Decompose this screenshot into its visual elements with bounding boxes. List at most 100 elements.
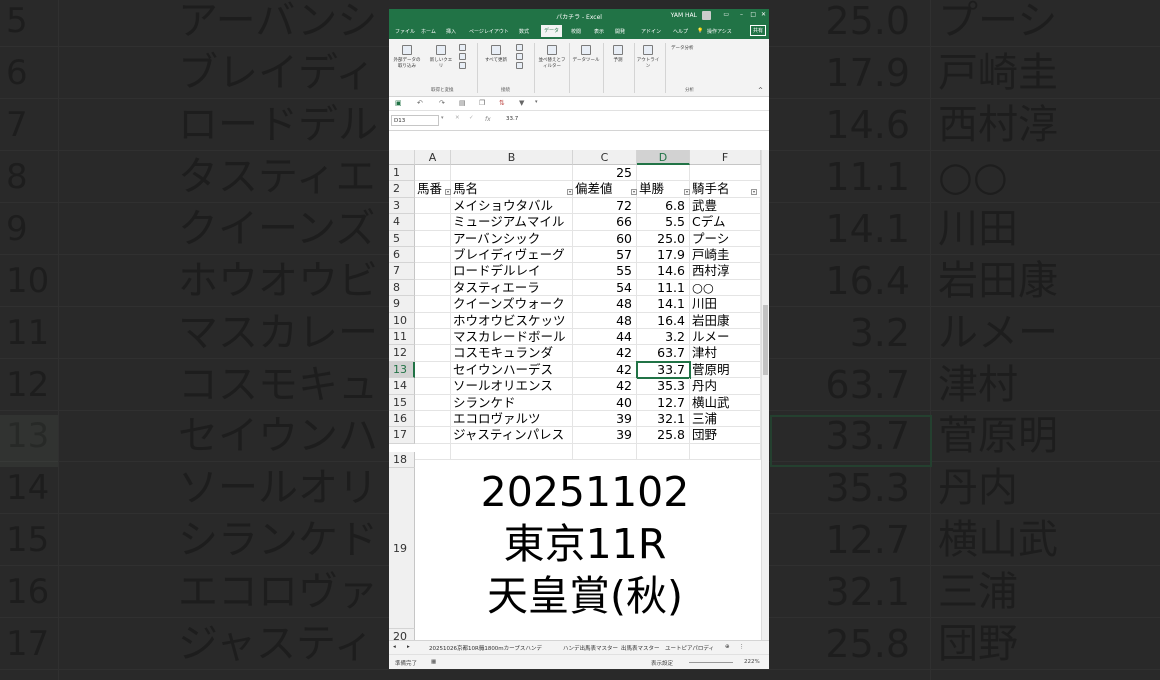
cell-horse-name[interactable]: メイショウタバル [451, 197, 573, 215]
filter-dropdown-icon[interactable]: ▾ [567, 189, 573, 196]
tab-page-layout[interactable]: ページレイアウト [469, 28, 509, 35]
cell-jockey[interactable]: 津村 [690, 345, 761, 362]
lightbulb-icon[interactable]: 💡 [697, 28, 703, 34]
filter-dropdown-icon[interactable]: ▾ [631, 189, 637, 196]
cell-deviation[interactable]: 39 [573, 427, 637, 444]
cell-horse-name[interactable]: ホウオウビスケッツ [451, 312, 573, 329]
cell-jockey[interactable]: プーシ [690, 230, 761, 247]
cell-win-odds[interactable]: 35.3 [637, 378, 690, 395]
cancel-icon[interactable]: ✕ [455, 115, 460, 121]
cell-jockey[interactable]: 武豊 [690, 197, 761, 215]
cell-jockey[interactable]: ルメー [690, 329, 761, 346]
filter-dropdown-icon[interactable]: ▾ [445, 189, 451, 196]
tab-home[interactable]: ホーム [421, 28, 436, 35]
select-all-corner[interactable] [389, 150, 415, 165]
cell-win-odds[interactable]: 25.8 [637, 427, 690, 444]
cell-deviation[interactable]: 39 [573, 411, 637, 428]
cell-jockey[interactable]: 菅原明 [690, 361, 761, 379]
cell-win-odds[interactable]: 6.8 [637, 197, 690, 215]
print-preview-icon[interactable]: ▤ [459, 99, 466, 107]
tab-view[interactable]: 表示 [594, 28, 604, 35]
cell-horse-name[interactable]: セイウンハーデス [451, 361, 573, 379]
sheet-tab[interactable]: 出馬表マスター [621, 644, 660, 652]
cell[interactable] [415, 165, 451, 182]
cell-horse-name[interactable]: ソールオリエンス [451, 378, 573, 395]
row-header[interactable]: 5 [389, 230, 415, 247]
zoom-slider[interactable] [689, 662, 733, 663]
cell[interactable] [451, 165, 573, 182]
cell-horse-number[interactable] [415, 263, 451, 280]
cell[interactable] [690, 443, 761, 461]
cell-horse-number[interactable] [415, 279, 451, 297]
outline-button[interactable]: アウトライン [636, 45, 660, 69]
cell-horse-number[interactable] [415, 197, 451, 215]
row-header[interactable]: 12 [389, 345, 415, 362]
cell-deviation[interactable]: 54 [573, 279, 637, 297]
user-name[interactable]: YAM HAL [671, 12, 697, 19]
row-header[interactable]: 11 [389, 329, 415, 346]
tab-addins[interactable]: アドイン [641, 28, 661, 35]
tab-review[interactable]: 校閲 [571, 28, 581, 35]
cell-horse-number[interactable] [415, 394, 451, 411]
ribbon-display-icon[interactable]: ▭ [723, 11, 729, 18]
cell-horse-number[interactable] [415, 378, 451, 395]
cell[interactable] [573, 443, 637, 461]
tab-formulas[interactable]: 数式 [519, 28, 529, 35]
cell-win-odds[interactable]: 14.6 [637, 263, 690, 280]
column-header-d[interactable]: D [637, 150, 690, 165]
cell-deviation[interactable]: 48 [573, 312, 637, 329]
cell-deviation[interactable]: 72 [573, 197, 637, 215]
tab-developer[interactable]: 開発 [615, 28, 625, 35]
filter-dropdown-icon[interactable]: ▾ [684, 189, 690, 196]
cell-win-odds[interactable]: 14.1 [637, 296, 690, 313]
cell-win-odds[interactable]: 17.9 [637, 247, 690, 264]
cell-deviation[interactable]: 55 [573, 263, 637, 280]
cell-deviation[interactable]: 40 [573, 394, 637, 411]
cell-horse-number[interactable] [415, 296, 451, 313]
column-header-c[interactable]: C [573, 150, 637, 165]
cell-horse-number[interactable] [415, 312, 451, 329]
cell-horse-name[interactable]: マスカレードボール [451, 329, 573, 346]
cell-jockey[interactable]: 西村淳 [690, 263, 761, 280]
cell-jockey[interactable]: 横山武 [690, 394, 761, 411]
header-cell-win-odds[interactable]: 単勝 [637, 181, 690, 198]
sort-icon[interactable]: ⇅ [499, 99, 505, 107]
cell[interactable] [451, 443, 573, 461]
cell-jockey[interactable]: 川田 [690, 296, 761, 313]
cell-win-odds[interactable]: 5.5 [637, 214, 690, 231]
row-header[interactable]: 8 [389, 279, 415, 297]
name-box-dropdown-icon[interactable]: ▾ [441, 115, 444, 121]
close-icon[interactable]: ✕ [761, 11, 766, 18]
macro-record-icon[interactable]: ▦ [431, 659, 436, 665]
header-cell-deviation[interactable]: 偏差値 [573, 181, 637, 198]
cell-horse-name[interactable]: シランケド [451, 394, 573, 411]
enter-icon[interactable]: ✓ [469, 115, 474, 121]
sheet-tab[interactable]: ハンデ出馬表マスター [563, 644, 618, 652]
vertical-scrollbar[interactable] [761, 150, 769, 640]
cell-horse-name[interactable]: アーバンシック [451, 230, 573, 247]
cell[interactable]: 25 [573, 165, 637, 182]
cell-deviation[interactable]: 42 [573, 378, 637, 395]
cell-win-odds[interactable]: 16.4 [637, 312, 690, 329]
tab-help[interactable]: ヘルプ [673, 28, 688, 35]
cell-jockey[interactable]: 三浦 [690, 411, 761, 428]
column-header-b[interactable]: B [451, 150, 573, 165]
data-tools-button[interactable]: データツール [571, 45, 601, 63]
redo-icon[interactable]: ↷ [439, 99, 445, 107]
new-query-button[interactable]: 新しいクエリ [429, 45, 453, 69]
row-header[interactable]: 4 [389, 214, 415, 231]
data-analysis-button[interactable]: データ分析 [671, 45, 715, 51]
sort-filter-button[interactable]: 並べ替えとフィルター [537, 45, 567, 69]
sheet-tab[interactable]: 20251026京都10R艥1800mカープスハンデ [429, 644, 542, 652]
cell-horse-number[interactable] [415, 230, 451, 247]
cell-deviation[interactable]: 42 [573, 361, 637, 379]
header-cell-horse-name[interactable]: 馬名 [451, 181, 573, 198]
copy-icon[interactable]: ❐ [479, 99, 485, 107]
cell-jockey[interactable]: 丹内 [690, 378, 761, 395]
share-button[interactable]: 共有 [749, 25, 766, 36]
filter-dropdown-icon[interactable]: ▾ [751, 189, 757, 196]
cell-horse-number[interactable] [415, 214, 451, 231]
cell-horse-number[interactable] [415, 247, 451, 264]
avatar[interactable] [702, 11, 711, 20]
cell-deviation[interactable]: 60 [573, 230, 637, 247]
